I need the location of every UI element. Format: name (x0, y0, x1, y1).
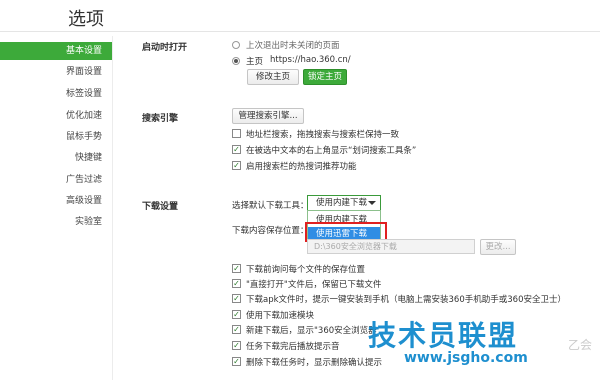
modify-home-button[interactable]: 修改主页 (247, 69, 299, 85)
ask-save-location-label: 下载前询问每个文件的保存位置 (246, 265, 366, 275)
selection-search-toolbar-checkbox[interactable]: ✓ (232, 145, 241, 154)
download-section-title: 下载设置 (142, 202, 179, 212)
sidebar-item-basic-settings[interactable]: 基本设置 (0, 42, 112, 60)
sidebar-item-advanced[interactable]: 高级设置 (2, 192, 102, 210)
sidebar-item-mouse-gestures[interactable]: 鼠标手势 (2, 128, 102, 146)
sidebar-item-tab-settings[interactable]: 标签设置 (2, 85, 102, 103)
sidebar-item-shortcuts[interactable]: 快捷键 (2, 149, 102, 167)
keep-opened-file-label: "直接打开"文件后，保留已下载文件 (246, 280, 382, 290)
download-accelerator-checkbox[interactable]: ✓ (232, 310, 241, 319)
delete-confirm-checkbox[interactable]: ✓ (232, 357, 241, 366)
lock-home-button[interactable]: 锁定主页 (303, 69, 347, 85)
search-section-title: 搜索引擎 (142, 114, 179, 124)
header: 选项 (0, 0, 600, 36)
hot-search-recommend-checkbox[interactable]: ✓ (232, 161, 241, 170)
play-sound-checkbox[interactable]: ✓ (232, 341, 241, 350)
startup-homepage-radio[interactable] (232, 57, 240, 65)
address-bar-search-label: 地址栏搜索，拖拽搜索与搜索栏保持一致 (246, 130, 400, 140)
save-location-label: 下载内容保存位置： (232, 226, 309, 236)
watermark-logo: 技术员联盟 (368, 319, 519, 352)
sidebar-item-lab[interactable]: 实验室 (2, 213, 102, 231)
sidebar-item-ad-filter[interactable]: 广告过滤 (2, 171, 102, 189)
header-divider (0, 31, 600, 32)
watermark-url: www.jsgho.com (404, 350, 528, 366)
selection-search-toolbar-label: 在被选中文本的右上角显示“划词搜索工具条” (246, 146, 417, 156)
apk-install-prompt-label: 下载apk文件时，提示一键安装到手机（电脑上需安装360手机助手或360安全卫士… (246, 295, 566, 305)
manage-search-engines-button[interactable]: 管理搜索引擎... (232, 108, 304, 124)
download-path-input[interactable]: D:\360安全浏览器下载 (307, 239, 475, 254)
sidebar-item-interface-settings[interactable]: 界面设置 (2, 63, 102, 81)
delete-confirm-label: 删除下载任务时，显示删除确认提示 (246, 358, 383, 368)
show-after-new-download-checkbox[interactable]: ✓ (232, 325, 241, 334)
address-bar-search-checkbox[interactable] (232, 129, 241, 138)
startup-homepage-label: 主页 (246, 57, 264, 67)
startup-last-session-label: 上次退出时未关闭的页面 (246, 41, 340, 51)
download-accelerator-label: 使用下载加速模块 (246, 311, 315, 321)
keep-opened-file-checkbox[interactable]: ✓ (232, 279, 241, 288)
default-download-tool-label: 选择默认下载工具： (232, 201, 309, 211)
sidebar-item-optimize[interactable]: 优化加速 (2, 107, 102, 125)
hot-search-recommend-label: 启用搜索栏的热搜词推荐功能 (246, 162, 357, 172)
startup-last-session-radio[interactable] (232, 41, 240, 49)
watermark-side-text: 乙会 (568, 338, 593, 352)
apk-install-prompt-checkbox[interactable]: ✓ (232, 294, 241, 303)
show-after-new-download-label: 新建下载后，显示"360安全浏览器 (246, 326, 377, 336)
page-title: 选项 (68, 9, 104, 30)
download-tool-select[interactable]: 使用内建下载 (307, 195, 381, 211)
play-sound-label: 任务下载完后播放提示音 (246, 342, 340, 352)
startup-section-title: 启动时打开 (142, 43, 188, 53)
ask-save-location-checkbox[interactable]: ✓ (232, 264, 241, 273)
chevron-down-icon (368, 201, 376, 205)
change-path-button[interactable]: 更改... (480, 239, 516, 255)
startup-homepage-url: https://hao.360.cn/ (270, 55, 351, 65)
download-tool-select-value: 使用内建下载 (316, 198, 368, 208)
sidebar: 基本设置 界面设置 标签设置 优化加速 鼠标手势 快捷键 广告过滤 高级设置 实… (0, 36, 113, 380)
